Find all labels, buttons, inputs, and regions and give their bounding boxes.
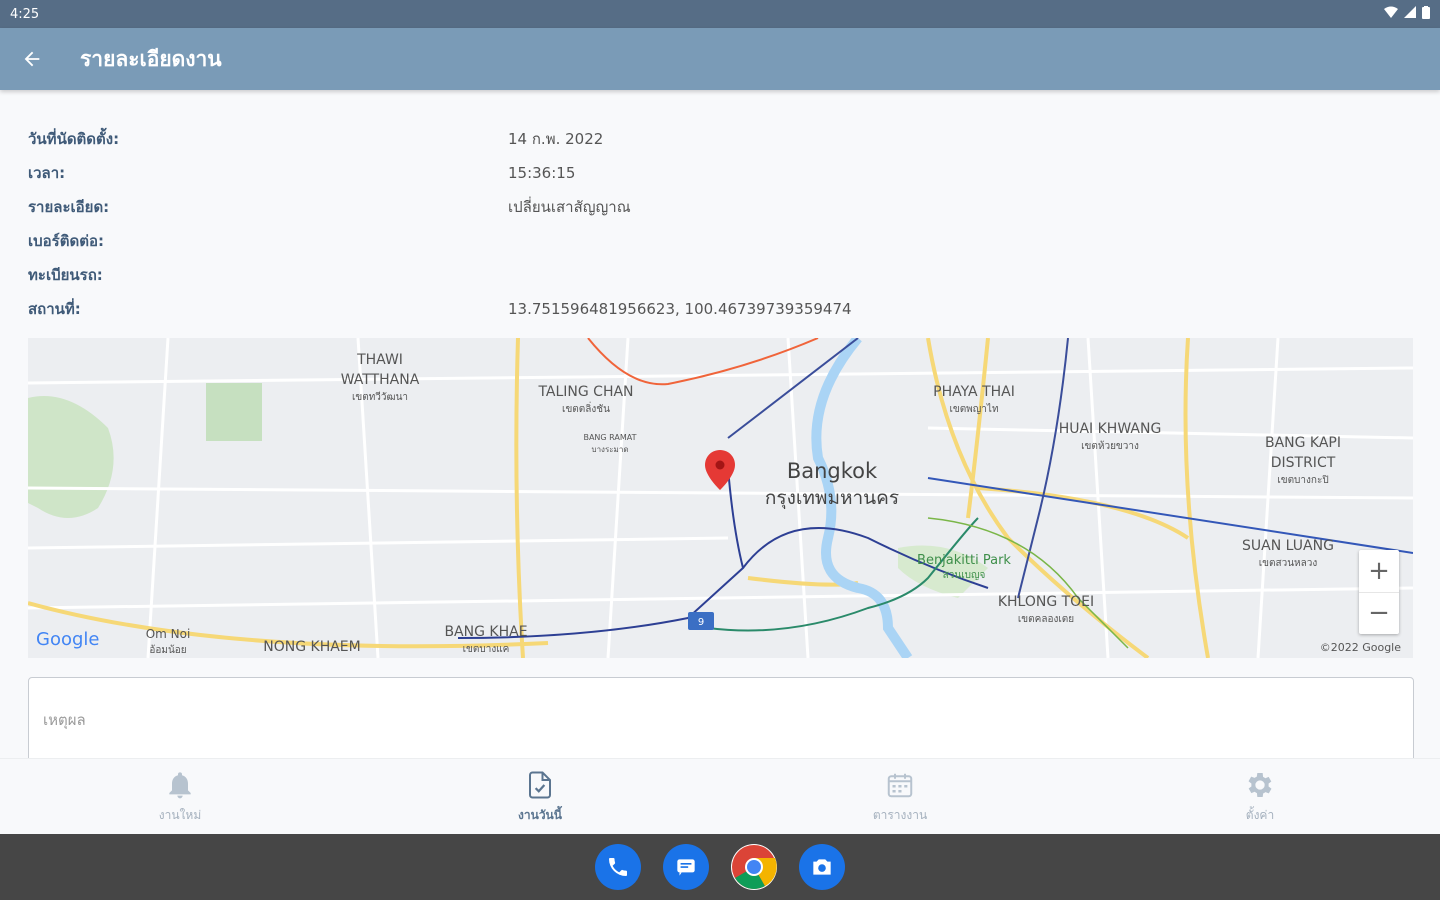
map-label-om-noi-th: อ้อมน้อย [149,644,186,656]
map-label-suan-luang-th: เขตสวนหลวง [1259,558,1318,569]
map-label-khlong-toei-th: เขตคลองเตย [1018,614,1074,625]
nav-label: ตารางงาน [872,807,928,822]
messages-icon [677,859,695,876]
battery-icon [1422,5,1430,23]
back-button[interactable] [0,28,64,90]
zoom-in-button[interactable]: + [1359,550,1399,592]
job-details: วันที่นัดติดตั้ง: 14 ก.พ. 2022 เวลา: 15:… [28,122,1412,326]
chrome-icon [732,845,777,889]
chrome-app-button[interactable] [731,844,777,890]
detail-label: เวลา: [28,164,66,182]
system-dock [0,834,1440,900]
detail-row-description: รายละเอียด: เปลี่ยนเสาสัญญาณ [28,190,1412,224]
arrow-left-icon [24,51,40,67]
map-label-suan-luang: SUAN LUANG [1242,538,1334,554]
detail-row-time: เวลา: 15:36:15 [28,156,1412,190]
map-label-bangkok: Bangkok [787,459,878,483]
phone-app-button[interactable] [595,844,641,890]
calendar-icon [887,773,913,797]
status-time: 4:25 [10,6,40,22]
nav-item-today-jobs[interactable]: งานวันนี้ [360,759,720,834]
map-label-taling-chan: TALING CHAN [537,384,633,400]
map-label-district: DISTRICT [1271,455,1336,471]
nav-label: ตั้งค่า [1245,807,1275,822]
file-check-icon [529,771,551,798]
map-label-taling-chan-th: เขตตลิ่งชัน [562,401,610,415]
bottom-navigation: งานใหม่ งานวันนี้ ตารางงาน ตั้งค่า [0,758,1440,834]
map-label-bangkok-th: กรุงเทพมหานคร [765,487,899,510]
map-zoom-controls: + − [1359,550,1399,634]
zoom-out-button[interactable]: − [1359,591,1399,635]
map-label-om-noi: Om Noi [146,627,191,641]
page-title: รายละเอียดงาน [80,46,222,71]
status-bar: 4:25 [0,0,1440,28]
nav-item-new-jobs[interactable]: งานใหม่ [0,759,360,834]
map-label-bang-kapi-th: เขตบางกะปิ [1277,475,1328,486]
nav-item-schedule[interactable]: ตารางงาน [720,759,1080,834]
detail-row-license-plate: ทะเบียนรถ: [28,258,1412,292]
detail-value: 15:36:15 [508,164,576,182]
status-icons [1384,5,1430,23]
map-pin-icon[interactable] [705,450,735,490]
map-label-bang-ramat-th: บางระมาด [591,445,628,454]
camera-app-button[interactable] [799,844,845,890]
detail-label: ทะเบียนรถ: [28,266,103,284]
nav-item-settings[interactable]: ตั้งค่า [1080,759,1440,834]
detail-value: เปลี่ยนเสาสัญญาณ [508,198,631,216]
google-logo: Google [36,629,99,650]
map-label-phaya-thai: PHAYA THAI [933,384,1015,400]
app-bar: รายละเอียดงาน [0,28,1440,90]
detail-value: 14 ก.พ. 2022 [508,130,604,148]
map-label-benjakitti-th: สวนเบญจ [943,570,986,581]
map-label-bang-ramat: BANG RAMAT [583,433,636,442]
messages-app-button[interactable] [663,844,709,890]
reason-input[interactable] [43,711,1399,729]
camera-icon [813,859,831,875]
map-label-phaya-thai-th: เขตพญาไท [949,403,998,415]
map-canvas: THAWI WATTHANA เขตทวีวัฒนา TALING CHAN เ… [28,338,1413,658]
map-label-nong-khaem: NONG KHAEM [263,639,360,655]
map-view[interactable]: THAWI WATTHANA เขตทวีวัฒนา TALING CHAN เ… [28,338,1413,658]
detail-row-phone: เบอร์ติดต่อ: [28,224,1412,258]
map-label-watthana: WATTHANA [341,372,420,388]
map-label-bang-kapi: BANG KAPI [1265,435,1341,451]
detail-row-location: สถานที่: 13.751596481956623, 100.4673973… [28,292,1412,326]
detail-label: วันที่นัดติดตั้ง: [28,130,120,148]
map-label-bang-khae: BANG KHAE [444,624,527,640]
detail-label: เบอร์ติดต่อ: [28,232,104,250]
google-logo-text: Google [36,629,100,650]
map-copyright: ©2022 Google [1319,641,1401,654]
phone-icon [609,858,627,876]
map-label-khlong-toei: KHLONG TOEI [998,594,1094,610]
wifi-icon [1384,6,1398,22]
nav-label: งานใหม่ [158,807,202,822]
map-label-huai-khwang: HUAI KHWANG [1059,421,1162,437]
signal-icon [1404,6,1416,22]
detail-label: รายละเอียด: [28,198,110,216]
nav-label: งานวันนี้ [518,807,562,822]
detail-value: 13.751596481956623, 100.46739739359474 [508,300,852,318]
map-label-huai-khwang-th: เขตห้วยขวาง [1081,440,1139,452]
detail-label: สถานที่: [28,300,81,318]
map-label-thawi: THAWI [356,352,403,368]
map-label-benjakitti: Benjakitti Park [917,553,1011,568]
bell-icon [169,771,191,798]
map-label-bang-khae-th: เขตบางแค [463,644,510,655]
detail-row-install-date: วันที่นัดติดตั้ง: 14 ก.พ. 2022 [28,122,1412,156]
map-label-thawi-th: เขตทวีวัฒนา [352,391,408,403]
route-shield-label: 9 [698,617,704,628]
gear-icon [1248,772,1272,797]
